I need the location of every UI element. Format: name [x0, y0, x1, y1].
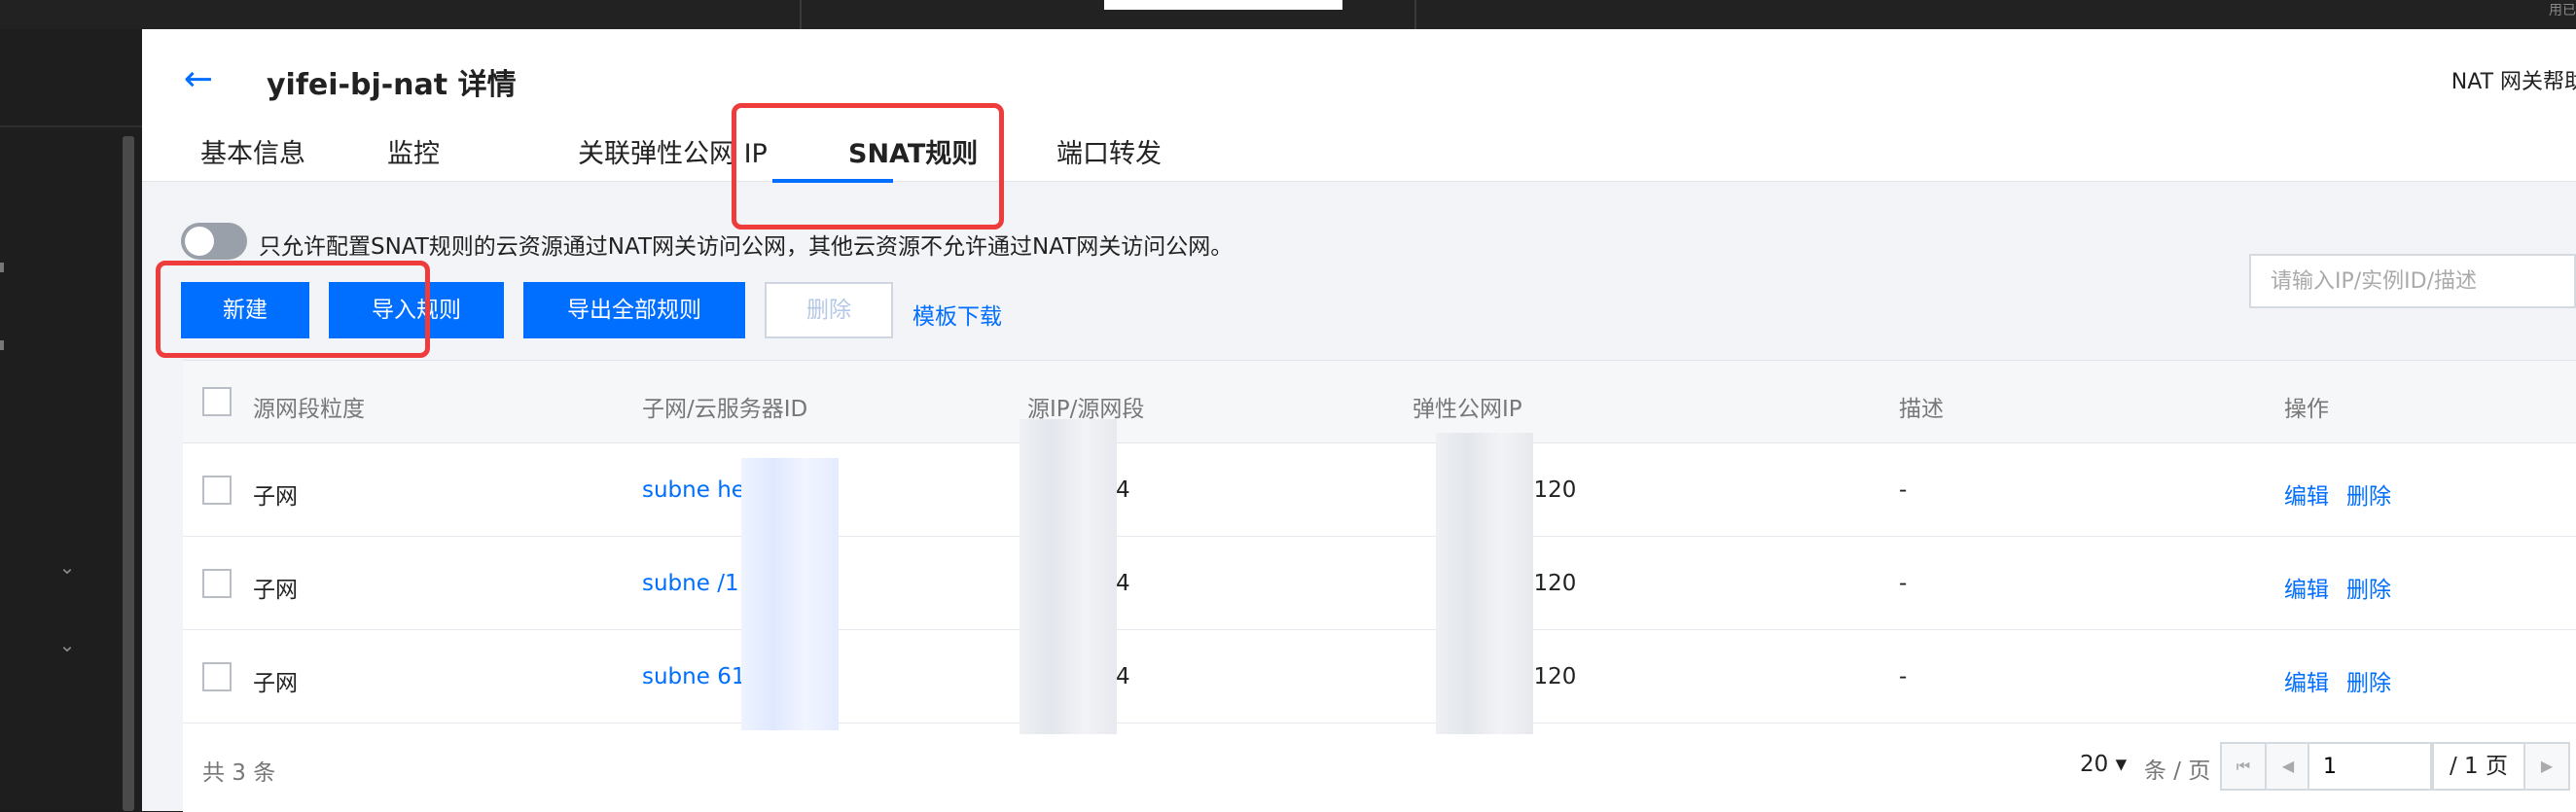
redaction-blur — [741, 458, 839, 730]
delete-link[interactable]: 删除 — [2346, 664, 2391, 697]
column-header: 描述 — [1899, 397, 1944, 422]
back-arrow-icon[interactable]: ← — [177, 58, 220, 101]
top-bar: 用已 — [0, 0, 2576, 29]
delete-link[interactable]: 删除 — [2346, 477, 2391, 511]
page-title: yifei-bj-nat 详情 — [267, 68, 517, 102]
chevron-down-icon[interactable]: ⌄ — [54, 632, 80, 657]
column-header: 源IP/源网段 — [1027, 397, 1145, 422]
next-page-icon[interactable]: ▶ — [2523, 742, 2570, 791]
total-pages-label: / 1 页 — [2432, 742, 2525, 791]
column-header: 弹性公网IP — [1413, 397, 1522, 422]
topbar-tab[interactable] — [1104, 0, 1342, 10]
per-page-label: 条 / 页 — [2144, 759, 2211, 784]
edit-link[interactable]: 编辑 — [2284, 664, 2329, 697]
toggle-knob — [185, 227, 214, 256]
sidebar-edge-mark — [0, 340, 4, 350]
tab-basic-info[interactable]: 基本信息 — [200, 132, 305, 170]
delete-button[interactable]: 删除 — [765, 282, 893, 338]
column-header: 操作 — [2284, 397, 2329, 422]
first-page-icon[interactable]: ⏮ — [2220, 742, 2267, 791]
search-input[interactable] — [2249, 254, 2576, 308]
edit-link[interactable]: 编辑 — [2284, 571, 2329, 604]
granularity-cell: 子网 — [253, 578, 298, 603]
new-button[interactable]: 新建 — [181, 282, 309, 338]
column-header: 源网段粒度 — [253, 397, 365, 422]
table-header: 源网段粒度 子网/云服务器ID 源IP/源网段 弹性公网IP 描述 操作 — [183, 361, 2576, 443]
granularity-cell: 子网 — [253, 484, 298, 510]
resource-id-link[interactable]: subne /1 — [642, 571, 739, 596]
template-download-link[interactable]: 模板下载 — [912, 298, 1002, 331]
delete-link[interactable]: 删除 — [2346, 571, 2391, 604]
sidebar-edge-mark — [0, 263, 4, 272]
snat-rules-table: 源网段粒度 子网/云服务器ID 源IP/源网段 弹性公网IP 描述 操作 子网 … — [183, 360, 2576, 812]
main-content: ← yifei-bj-nat 详情 NAT 网关帮助 基本信息 监控 关联弹性公… — [142, 29, 2576, 812]
topbar-separator — [800, 0, 802, 29]
page-size-select[interactable]: 20 ▾ — [2080, 752, 2127, 777]
snat-only-toggle[interactable] — [181, 223, 247, 260]
row-checkbox[interactable] — [202, 476, 232, 505]
topbar-corner-text: 用已 — [2549, 3, 2576, 18]
export-all-rules-button[interactable]: 导出全部规则 — [523, 282, 745, 338]
table-row: 子网 subne 61 3.0/24 .108.120 - 编辑 删除 — [183, 629, 2576, 724]
import-rules-button[interactable]: 导入规则 — [329, 282, 504, 338]
sidebar-scrollbar[interactable] — [123, 136, 134, 811]
sidebar-divider — [0, 125, 142, 127]
topbar-separator — [1414, 0, 1416, 29]
prev-page-icon[interactable]: ◀ — [2265, 742, 2311, 791]
tab-monitoring[interactable]: 监控 — [387, 132, 440, 170]
edit-link[interactable]: 编辑 — [2284, 477, 2329, 511]
chevron-down-icon[interactable]: ⌄ — [54, 554, 80, 580]
description-cell: - — [1899, 477, 1908, 503]
snat-only-notice: 只允许配置SNAT规则的云资源通过NAT网关访问公网，其他云资源不允许通过NAT… — [259, 234, 1234, 260]
sidebar: ⌄ ⌄ — [0, 29, 142, 811]
column-header: 子网/云服务器ID — [642, 397, 808, 422]
select-all-checkbox[interactable] — [202, 387, 232, 416]
active-tab-indicator — [772, 179, 893, 183]
tab-snat-rules[interactable]: SNAT规则 — [848, 132, 978, 170]
granularity-cell: 子网 — [253, 671, 298, 696]
total-count: 共 3 条 — [202, 760, 276, 786]
resource-id-link[interactable]: subne 61 — [642, 664, 745, 689]
tab-associated-eip[interactable]: 关联弹性公网 IP — [578, 132, 768, 170]
table-row: 子网 subne /1 0.0/24 .108.120 - 编辑 删除 — [183, 536, 2576, 630]
row-checkbox[interactable] — [202, 662, 232, 691]
description-cell: - — [1899, 664, 1908, 689]
redaction-blur — [1020, 419, 1117, 734]
table-row: 子网 subne hemz 2.0/24 .108.120 - 编辑 删除 — [183, 442, 2576, 537]
page-header: ← yifei-bj-nat 详情 NAT 网关帮助 基本信息 监控 关联弹性公… — [142, 29, 2576, 183]
table-footer: 共 3 条 20 ▾ 条 / 页 ⏮ ◀ / 1 页 ▶ — [183, 723, 2576, 812]
redaction-blur — [1436, 433, 1533, 734]
row-checkbox[interactable] — [202, 569, 232, 598]
tab-port-forwarding[interactable]: 端口转发 — [1056, 132, 1162, 170]
page-number-input[interactable] — [2308, 742, 2432, 791]
help-link[interactable]: NAT 网关帮助 — [2451, 64, 2576, 95]
description-cell: - — [1899, 571, 1908, 596]
